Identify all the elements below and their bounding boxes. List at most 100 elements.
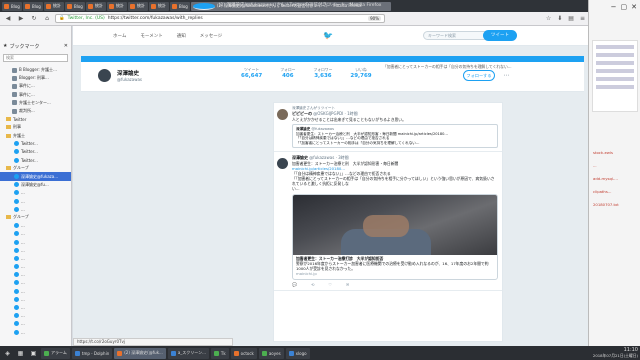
bookmark-item[interactable]: 刑事 xyxy=(0,123,71,131)
follow-button[interactable]: フォローする xyxy=(463,70,495,81)
tweet[interactable]: 深澤諭史さんがリツイート ピピピーの @OSKGIJPGPDI · 1時間 人と… xyxy=(274,103,502,153)
tab-1[interactable]: Blog xyxy=(23,1,43,11)
taskbar-item[interactable]: xlogo xyxy=(285,347,310,359)
home-icon[interactable]: ⌂ xyxy=(42,14,52,24)
nav-moments[interactable]: モーメント xyxy=(140,33,162,39)
menu-icon[interactable]: ≡ xyxy=(580,15,585,22)
tweet-time[interactable]: 3時間 xyxy=(338,155,349,160)
tab-5[interactable]: 統計 xyxy=(107,1,127,11)
retweet-icon[interactable]: ⟲ xyxy=(311,282,314,287)
bookmark-item[interactable]: ... xyxy=(0,328,71,336)
nav-home[interactable]: ホーム xyxy=(113,33,126,39)
bookmark-item[interactable]: Twitter... xyxy=(0,140,71,148)
reload-icon[interactable]: ↻ xyxy=(29,14,39,24)
url-text[interactable]: https://twitter.com/fukazawas/with_repli… xyxy=(108,16,203,21)
bookmark-label: ... xyxy=(21,264,25,270)
bookmark-item[interactable]: Blogger: 刑事... xyxy=(0,74,71,82)
bookmark-item[interactable]: ... xyxy=(0,246,71,254)
tweet-time[interactable]: 1時間 xyxy=(347,111,358,116)
taskbar-item[interactable]: (2) 深澤諭史(@fuk... xyxy=(114,347,166,359)
tweet-avatar[interactable] xyxy=(277,158,288,170)
tab-3[interactable]: Blog xyxy=(65,1,85,11)
bookmark-item[interactable]: 深澤諭史@fu... xyxy=(0,181,71,189)
bookmark-item[interactable]: 事件に... xyxy=(0,91,71,99)
sidebar-close-icon[interactable]: ✕ xyxy=(64,43,68,49)
tab-7[interactable]: 統計 xyxy=(149,1,169,11)
blogger-icon xyxy=(4,3,9,9)
tab-2[interactable]: 統計 xyxy=(44,1,64,11)
forward-icon[interactable]: ▶ xyxy=(16,14,26,24)
more-options-icon[interactable]: ⋯ xyxy=(501,70,512,81)
tweet-author[interactable]: 深澤諭史 xyxy=(292,155,308,160)
bookmark-item[interactable]: ... xyxy=(0,205,71,213)
nav-notifications[interactable]: 通知 xyxy=(177,33,186,39)
clock[interactable]: 11:10 2018年07月21日(土曜日) xyxy=(593,348,638,359)
bookmark-item[interactable]: 弁護士 xyxy=(0,132,71,140)
bookmark-item[interactable]: Twitter... xyxy=(0,148,71,156)
tab-6[interactable]: 統計 xyxy=(128,1,148,11)
nav-messages[interactable]: メッセージ xyxy=(200,33,222,39)
taskbar-item[interactable]: tmp - Dolphin xyxy=(71,347,113,359)
bookmark-item[interactable]: ... xyxy=(0,238,71,246)
bookmark-item[interactable]: ... xyxy=(0,254,71,262)
twitter-bird-icon[interactable]: 🐦 xyxy=(323,31,333,40)
url-bar[interactable]: 🔒 Twitter, Inc. (US) https://twitter.com… xyxy=(55,14,385,23)
profile-avatar[interactable] xyxy=(97,68,112,83)
bookmark-star-icon[interactable]: ☆ xyxy=(546,15,551,22)
bookmark-item[interactable]: Twitter... xyxy=(0,156,71,164)
taskbar-item[interactable]: aoyes xyxy=(258,347,284,359)
like-icon[interactable]: ♡ xyxy=(328,282,332,287)
blogger-icon xyxy=(67,3,72,9)
bookmark-item[interactable]: 弁護士センター... xyxy=(0,99,71,107)
back-icon[interactable]: ◀ xyxy=(3,14,13,24)
taskbar-item[interactable]: a_スクリーン... xyxy=(167,347,209,359)
profile-stat[interactable]: いいね 29,769 xyxy=(350,67,371,79)
taskbar-item[interactable]: アラーム xyxy=(41,347,70,359)
tweet-author[interactable]: ピピピーの xyxy=(292,111,312,116)
bookmark-item[interactable]: グループ xyxy=(0,164,71,172)
tweet-avatar[interactable] xyxy=(277,109,288,120)
bookmark-item[interactable]: ... xyxy=(0,189,71,197)
zoom-level[interactable]: 90% xyxy=(368,16,381,21)
profile-stat[interactable]: ツイート 66,647 xyxy=(241,67,262,79)
bookmark-item[interactable]: Twitter xyxy=(0,115,71,123)
bookmark-item[interactable]: ... xyxy=(0,263,71,271)
tweet[interactable]: 深澤諭史 @fukazawas · 3時間 加害者更生：ストーカー治療と刑 大半… xyxy=(274,152,502,291)
minimize-icon[interactable]: − xyxy=(611,3,617,11)
download-icon[interactable]: ⬇ xyxy=(557,15,562,22)
bookmark-item[interactable]: ... xyxy=(0,279,71,287)
bookmark-item[interactable]: ... xyxy=(0,271,71,279)
restore-icon[interactable]: ▢ xyxy=(621,3,628,11)
bookmark-item[interactable]: 裁判所... xyxy=(0,107,71,115)
bookmark-item[interactable]: ... xyxy=(0,303,71,311)
bookmark-item[interactable]: B Blogger: 弁護士... xyxy=(0,66,71,74)
bookmark-item[interactable]: ... xyxy=(0,222,71,230)
tab-0[interactable]: Blog xyxy=(2,1,22,11)
bookmark-item[interactable]: ... xyxy=(0,230,71,238)
tab-4[interactable]: 統計 xyxy=(86,1,106,11)
bookmark-item[interactable]: グループ xyxy=(0,213,71,221)
bookmark-item[interactable]: ... xyxy=(0,197,71,205)
profile-stat[interactable]: フォロー 406 xyxy=(280,67,295,79)
terminal-icon[interactable]: ▣ xyxy=(28,348,39,359)
library-icon[interactable]: ▤ xyxy=(568,15,574,22)
taskbar-item[interactable]: Tk xyxy=(210,347,229,359)
profile-stat[interactable]: フォロワー 3,636 xyxy=(313,67,332,79)
sidebar-search-input[interactable]: 検索 xyxy=(3,54,68,62)
link-card[interactable]: 加害者更生：ストーカー治療打診 大半が認知拒否 警察が2016年度からストーカー… xyxy=(292,194,498,280)
tweet-button[interactable]: ツイート xyxy=(483,30,517,41)
taskbar-item[interactable]: octock xyxy=(230,347,257,359)
bookmark-item[interactable]: ... xyxy=(0,287,71,295)
reply-icon[interactable]: 💬 xyxy=(292,282,297,287)
bookmark-item[interactable]: 深澤諭史@fukaza... xyxy=(0,172,71,181)
quoted-tweet[interactable]: 深澤諭史 @fukazawas 加害者更生：ストーカー治療と刑 大半が認知形害・… xyxy=(292,124,498,149)
tab-8[interactable]: Blog xyxy=(170,1,190,11)
close-icon[interactable]: ✕ xyxy=(631,3,637,11)
bookmark-item[interactable]: ... xyxy=(0,312,71,320)
show-desktop-icon[interactable]: ▦ xyxy=(15,348,26,359)
bookmark-item[interactable]: ... xyxy=(0,295,71,303)
dm-icon[interactable]: ✉ xyxy=(346,282,349,287)
bookmark-item[interactable]: ... xyxy=(0,320,71,328)
bookmark-item[interactable]: 事件に... xyxy=(0,82,71,90)
start-menu-icon[interactable]: ◈ xyxy=(2,348,13,359)
